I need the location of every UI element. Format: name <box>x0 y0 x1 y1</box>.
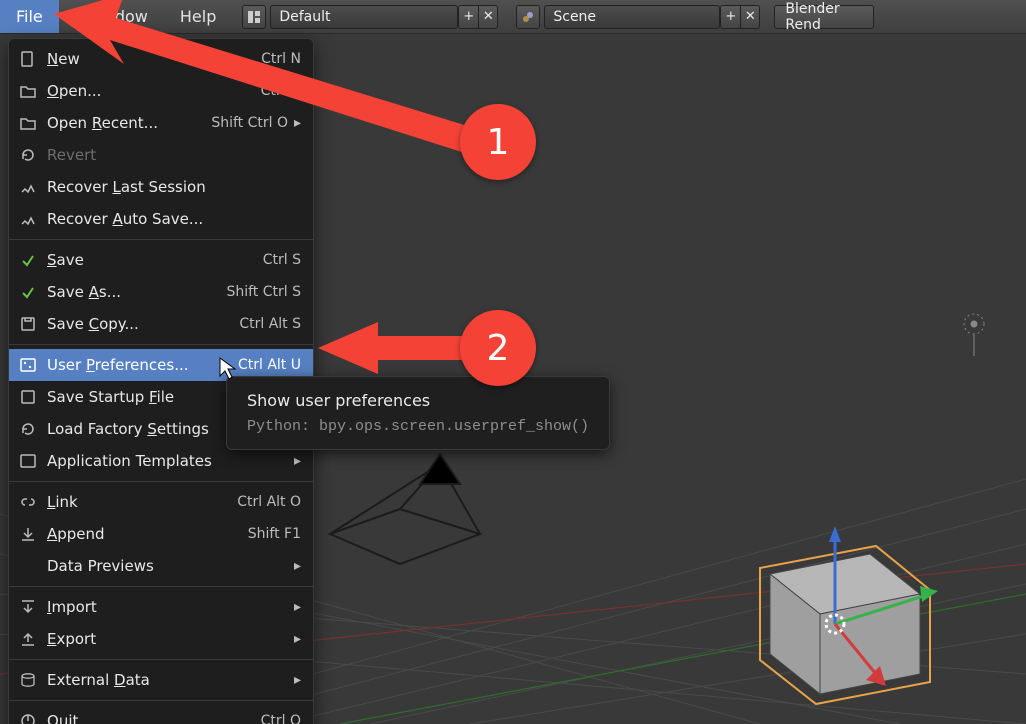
quit-icon <box>17 711 39 724</box>
menu-item-import[interactable]: Import ▸ <box>9 591 313 623</box>
tooltip-python: Python: bpy.ops.screen.userpref_show() <box>247 418 589 435</box>
revert-icon <box>17 145 39 165</box>
submenu-chevron-icon: ▸ <box>294 599 301 615</box>
menu-item-label: Append <box>47 525 238 543</box>
menu-item-label: User Preferences... <box>47 356 228 374</box>
menu-item-shortcut: Shift F1 <box>248 526 301 542</box>
menu-item-save-as[interactable]: Save As... Shift Ctrl S <box>9 276 313 308</box>
menu-item-label: Open Recent... <box>47 114 201 132</box>
open-icon <box>17 81 39 101</box>
menu-window[interactable]: Window <box>69 0 164 33</box>
menu-item-label: Import <box>47 598 288 616</box>
screen-layout-icon[interactable] <box>242 5 266 29</box>
menu-item-label: Revert <box>47 146 301 164</box>
menu-item-label: Save Copy... <box>47 315 229 333</box>
menu-item-label: External Data <box>47 671 288 689</box>
menu-item-recover-auto[interactable]: Recover Auto Save... <box>9 203 313 235</box>
render-engine-dropdown[interactable]: Blender Rend <box>774 5 874 29</box>
screen-layout-field[interactable]: Default <box>270 5 458 29</box>
menu-item-shortcut: Ctrl O <box>261 83 301 99</box>
menu-item-append[interactable]: Append Shift F1 <box>9 518 313 550</box>
menu-item-open[interactable]: Open... Ctrl O <box>9 75 313 107</box>
user-prefs-icon <box>17 355 39 375</box>
link-icon <box>17 492 39 512</box>
menu-item-data-previews[interactable]: Data Previews ▸ <box>9 550 313 582</box>
menu-item-open-recent[interactable]: Open Recent... Shift Ctrl O ▸ <box>9 107 313 139</box>
scene-add-button[interactable]: + <box>720 5 740 29</box>
menu-item-label: Recover Auto Save... <box>47 210 301 228</box>
menu-item-external-data[interactable]: External Data ▸ <box>9 664 313 696</box>
menu-item-shortcut: Ctrl Alt U <box>238 357 301 373</box>
open-recent-icon <box>17 113 39 133</box>
menu-item-label: Open... <box>47 82 251 100</box>
export-icon <box>17 629 39 649</box>
recover-last-icon <box>17 177 39 197</box>
menu-item-label: New <box>47 50 251 68</box>
save-as-icon <box>17 282 39 302</box>
append-icon <box>17 524 39 544</box>
menu-item-shortcut: Ctrl N <box>261 51 301 67</box>
submenu-chevron-icon: ▸ <box>294 453 301 469</box>
layout-add-button[interactable]: + <box>458 5 478 29</box>
scene-icon[interactable] <box>516 5 540 29</box>
submenu-chevron-icon: ▸ <box>294 672 301 688</box>
menu-item-save[interactable]: Save Ctrl S <box>9 244 313 276</box>
menu-item-label: Application Templates <box>47 452 288 470</box>
external-data-icon <box>17 670 39 690</box>
menu-item-save-copy[interactable]: Save Copy... Ctrl Alt S <box>9 308 313 340</box>
menu-item-link[interactable]: Link Ctrl Alt O <box>9 486 313 518</box>
tooltip: Show user preferences Python: bpy.ops.sc… <box>226 376 610 450</box>
save-startup-icon <box>17 387 39 407</box>
menu-item-export[interactable]: Export ▸ <box>9 623 313 655</box>
save-icon <box>17 250 39 270</box>
menu-item-label: Export <box>47 630 288 648</box>
menu-file[interactable]: File <box>0 0 59 33</box>
menu-item-label: Save As... <box>47 283 216 301</box>
layout-delete-button[interactable]: ✕ <box>478 5 498 29</box>
menu-help[interactable]: Help <box>164 0 232 33</box>
recover-auto-icon <box>17 209 39 229</box>
menu-item-label: Data Previews <box>47 557 288 575</box>
import-icon <box>17 597 39 617</box>
menu-item-shortcut: Shift Ctrl O <box>211 115 288 131</box>
scene-delete-button[interactable]: ✕ <box>740 5 760 29</box>
app-templates-icon <box>17 451 39 471</box>
new-icon <box>17 49 39 69</box>
menu-item-label: Link <box>47 493 227 511</box>
menu-item-revert: Revert <box>9 139 313 171</box>
menu-separator <box>9 344 313 345</box>
menu-item-label: Save <box>47 251 253 269</box>
menu-item-quit[interactable]: Quit Ctrl Q <box>9 705 313 724</box>
top-menu-bar: File Window Help Default + ✕ Scene + ✕ B… <box>0 0 1026 34</box>
menu-separator <box>9 659 313 660</box>
submenu-chevron-icon: ▸ <box>294 558 301 574</box>
submenu-chevron-icon: ▸ <box>294 115 301 131</box>
menu-separator <box>9 700 313 701</box>
menu-item-shortcut: Shift Ctrl S <box>226 284 301 300</box>
menu-separator <box>9 481 313 482</box>
menu-item-label: Quit <box>47 712 251 724</box>
menu-item-shortcut: Ctrl S <box>263 252 301 268</box>
menu-item-shortcut: Ctrl Alt O <box>237 494 301 510</box>
menu-separator <box>9 586 313 587</box>
menu-item-shortcut: Ctrl Alt S <box>239 316 301 332</box>
save-copy-icon <box>17 314 39 334</box>
menu-item-recover-last[interactable]: Recover Last Session <box>9 171 313 203</box>
menu-item-label: Recover Last Session <box>47 178 301 196</box>
menu-item-shortcut: Ctrl Q <box>261 713 301 724</box>
load-factory-icon <box>17 419 39 439</box>
data-previews-icon <box>17 556 39 576</box>
menu-item-new[interactable]: New Ctrl N <box>9 43 313 75</box>
menu-separator <box>9 239 313 240</box>
tooltip-title: Show user preferences <box>247 391 589 410</box>
menu-item-label: Save Startup File <box>47 388 251 406</box>
submenu-chevron-icon: ▸ <box>294 631 301 647</box>
scene-field[interactable]: Scene <box>544 5 720 29</box>
